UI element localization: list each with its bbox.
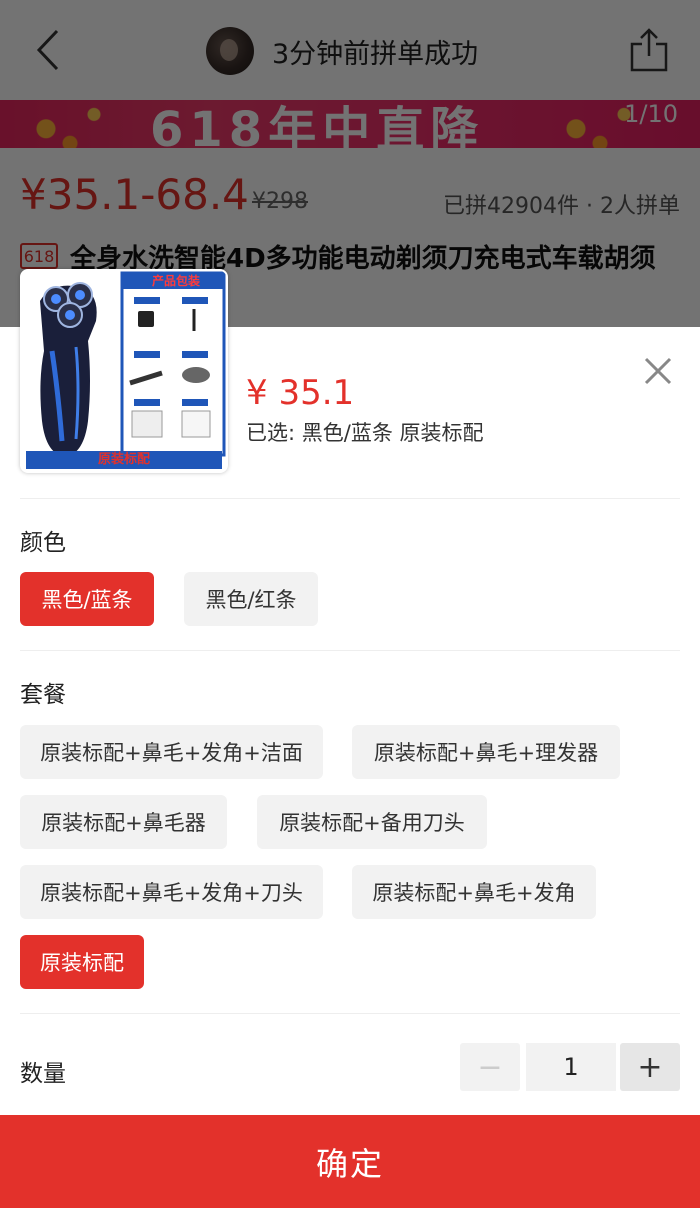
group-buy-status: 3分钟前拼单成功 [272,39,479,70]
price-row: ¥35.1-68.4 ¥298 已拼42904件 · 2人拼单 [0,150,700,230]
confirm-button[interactable]: 确定 [0,1115,700,1208]
color-option-black-blue[interactable]: 黑色/蓝条 [20,572,154,626]
divider [20,498,680,499]
package-option[interactable]: 原装标配+鼻毛+发角+刀头 [20,865,323,919]
banner-text: 618年中直降 [150,102,485,148]
color-option-black-red[interactable]: 黑色/红条 [184,572,318,626]
top-nav-bar: 3分钟前拼单成功 [0,0,700,100]
sku-selection-sheet: 产品包装 原装标配 ¥ 35.1 已选: 黑色/蓝条 原装标配 颜色 黑色/蓝条… [0,269,700,1208]
package-option-selected[interactable]: 原装标配 [20,935,144,989]
quantity-value[interactable]: 1 [526,1043,616,1091]
package-option[interactable]: 原装标配+备用刀头 [257,795,487,849]
divider [20,1013,680,1014]
price-range: ¥35.1-68.4 [20,170,249,219]
selected-price: ¥ 35.1 [246,373,355,413]
package-option[interactable]: 原装标配+鼻毛+发角+洁面 [20,725,323,779]
quantity-label: 数量 [20,1061,66,1087]
package-title: 产品包装 [151,274,200,288]
banner-page-indicator: 1/10 [624,100,678,128]
package-option[interactable]: 原装标配+鼻毛器 [20,795,227,849]
quantity-decrement-button[interactable]: − [460,1043,520,1091]
product-thumbnail[interactable]: 产品包装 原装标配 [20,269,228,473]
package-label: 套餐 [20,682,66,708]
close-button[interactable] [638,351,678,391]
banner-decoration [10,100,130,148]
share-button[interactable] [628,26,670,74]
package-caption: 原装标配 [97,452,150,467]
chevron-left-icon [36,29,59,71]
original-price: ¥298 [252,189,308,214]
package-option[interactable]: 原装标配+鼻毛+理发器 [352,725,620,779]
back-button[interactable] [28,26,68,74]
color-label: 颜色 [20,530,66,556]
avatar [206,27,254,75]
share-icon [630,28,668,72]
promo-badge: 618 [20,243,58,269]
package-option[interactable]: 原装标配+鼻毛+发角 [352,865,596,919]
product-image [22,271,226,471]
divider [20,650,680,651]
quantity-increment-button[interactable]: + [620,1043,680,1091]
promo-banner[interactable]: 618年中直降 1/10 [0,100,700,148]
sold-count: 已拼42904件 · 2人拼单 [443,194,680,219]
close-icon [644,357,672,385]
selected-summary: 已选: 黑色/蓝条 原装标配 [246,421,484,445]
